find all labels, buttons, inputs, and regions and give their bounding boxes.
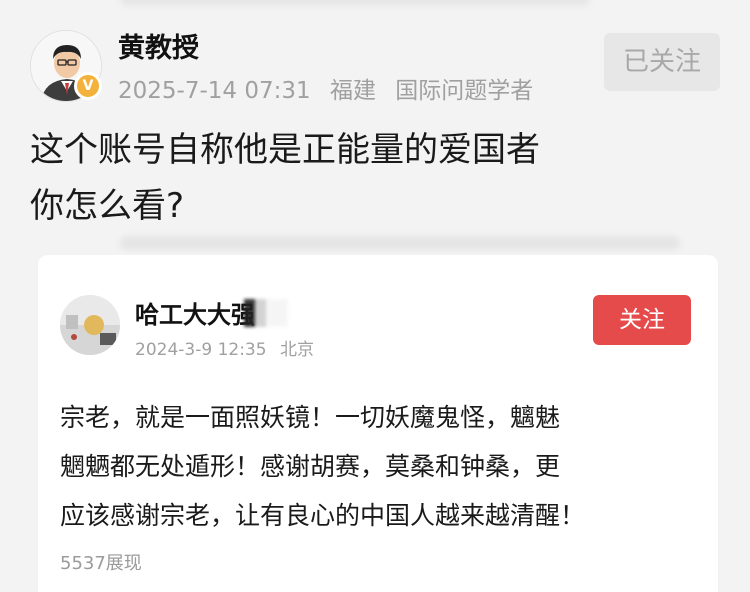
quoted-text: 宗老，就是一面照妖镜！一切妖魔鬼怪，魑魅 魍魉都无处遁形！感谢胡赛，莫桑和钟桑，…	[60, 393, 700, 540]
photo-avatar-icon	[60, 295, 120, 355]
quoted-author-name[interactable]: 哈工大大强	[135, 295, 255, 330]
post-meta: 2025-7-14 07:31 福建 国际问题学者	[118, 71, 545, 105]
quoted-date: 2024-3-9 12:35	[135, 340, 267, 360]
author-name[interactable]: 黄教授	[118, 26, 199, 65]
quoted-text-line: 应该感谢宗老，让有良心的中国人越来越清醒！	[60, 501, 586, 530]
followed-button[interactable]: 已关注	[604, 33, 720, 91]
redaction-mosaic	[244, 299, 288, 327]
view-count: 5537展现	[60, 553, 142, 574]
avatar[interactable]	[60, 295, 120, 355]
post-text-line: 你怎么看?	[30, 186, 185, 226]
quoted-meta: 2024-3-9 12:35 北京	[135, 335, 322, 360]
section-divider	[120, 236, 680, 250]
quoted-location: 北京	[279, 340, 314, 360]
post-location: 福建	[329, 78, 376, 104]
post-page: V 黄教授 2025-7-14 07:31 福建 国际问题学者 已关注 这个账号…	[0, 0, 750, 592]
quoted-text-line: 宗老，就是一面照妖镜！一切妖魔鬼怪，魑魅	[60, 403, 561, 432]
quoted-text-line: 魍魉都无处遁形！感谢胡赛，莫桑和钟桑，更	[60, 452, 561, 481]
follow-button[interactable]: 关注	[593, 295, 691, 345]
quoted-post-card[interactable]: 哈工大大强 2024-3-9 12:35 北京 关注 宗老，就是一面照妖镜！一切…	[38, 255, 718, 592]
post-text: 这个账号自称他是正能量的爱国者 你怎么看?	[30, 122, 540, 234]
post-date: 2025-7-14 07:31	[118, 78, 311, 104]
top-divider	[120, 0, 590, 6]
author-title: 国际问题学者	[395, 78, 534, 104]
post-text-line: 这个账号自称他是正能量的爱国者	[30, 130, 540, 170]
verified-badge-icon: V	[74, 72, 102, 100]
